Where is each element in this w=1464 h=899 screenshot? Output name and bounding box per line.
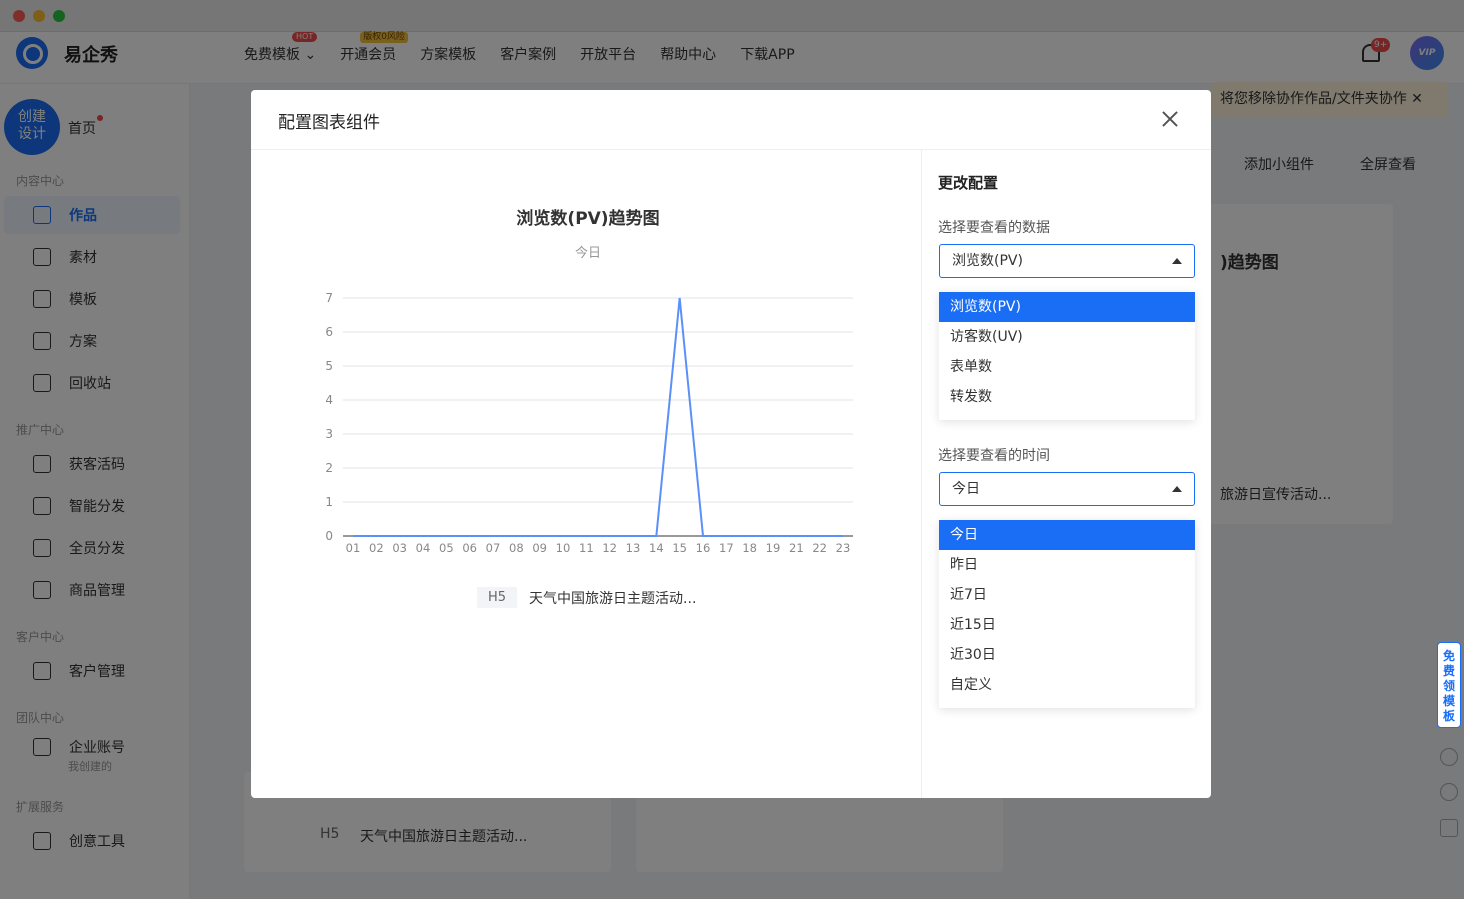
data-select-label: 选择要查看的数据	[938, 220, 1050, 236]
x-tick-label: 03	[392, 541, 407, 555]
y-tick-label: 2	[325, 461, 333, 475]
y-tick-label: 3	[325, 427, 333, 441]
caret-up-icon	[1172, 486, 1182, 492]
x-tick-label: 15	[672, 541, 687, 555]
modal-title: 配置图表组件	[278, 113, 380, 133]
caption-type-tag: H5	[477, 587, 518, 608]
edit-icon[interactable]	[1440, 819, 1458, 837]
option-7days[interactable]: 近7日	[939, 580, 1195, 610]
x-tick-label: 12	[602, 541, 617, 555]
series-line	[353, 297, 843, 537]
option-pv[interactable]: 浏览数(PV)	[939, 292, 1195, 322]
y-tick-label: 4	[325, 393, 333, 407]
modal-header: 配置图表组件	[251, 90, 1211, 150]
option-shares[interactable]: 转发数	[939, 382, 1195, 412]
option-today[interactable]: 今日	[939, 520, 1195, 550]
time-select-label: 选择要查看的时间	[938, 448, 1050, 464]
y-tick-label: 5	[325, 359, 333, 373]
x-tick-label: 11	[579, 541, 594, 555]
y-tick-label: 1	[325, 495, 333, 509]
close-icon[interactable]	[1159, 108, 1181, 130]
x-tick-label: 04	[416, 541, 431, 555]
x-tick-label: 07	[486, 541, 501, 555]
chart-title: 浏览数(PV)趋势图	[516, 209, 660, 229]
x-tick-label: 09	[532, 541, 547, 555]
x-tick-label: 17	[719, 541, 734, 555]
caret-up-icon	[1172, 258, 1182, 264]
x-tick-label: 01	[346, 541, 361, 555]
option-custom[interactable]: 自定义	[939, 670, 1195, 700]
chart-subtitle: 今日	[574, 246, 601, 261]
option-uv[interactable]: 访客数(UV)	[939, 322, 1195, 352]
data-dropdown: 浏览数(PV) 访客数(UV) 表单数 转发数	[939, 292, 1195, 420]
option-yesterday[interactable]: 昨日	[939, 550, 1195, 580]
support-icon[interactable]	[1440, 783, 1458, 801]
x-tick-label: 14	[649, 541, 664, 555]
x-tick-label: 06	[462, 541, 477, 555]
x-tick-label: 18	[742, 541, 757, 555]
time-dropdown: 今日 昨日 近7日 近15日 近30日 自定义	[939, 520, 1195, 708]
x-tick-label: 08	[509, 541, 524, 555]
y-tick-label: 6	[325, 325, 333, 339]
y-tick-label: 0	[325, 529, 333, 543]
x-tick-label: 10	[556, 541, 571, 555]
option-15days[interactable]: 近15日	[939, 610, 1195, 640]
config-title: 更改配置	[938, 174, 999, 192]
x-tick-label: 23	[836, 541, 851, 555]
y-tick-label: 7	[325, 291, 333, 305]
free-template-tab[interactable]: 免费领模板	[1437, 642, 1461, 728]
x-tick-label: 22	[812, 541, 827, 555]
trend-chart: 0123456701 02 03 04 05 06 07 08 09 10 11 12 13 14 15 16…	[325, 291, 853, 555]
x-tick-label: 02	[369, 541, 384, 555]
caption-work-title: 天气中国旅游日主题活动...	[529, 590, 697, 607]
x-tick-label: 16	[696, 541, 711, 555]
chart-preview: 浏览数(PV)趋势图 今日 0 1 2 3 4 5 6 7 01 02 03 04 05 06 07 08 09…	[251, 150, 922, 798]
option-30days[interactable]: 近30日	[939, 640, 1195, 670]
x-tick-label: 05	[439, 541, 454, 555]
x-tick-label: 21	[789, 541, 804, 555]
config-chart-modal: 配置图表组件 浏览数(PV)趋势图 今日 0 1 2 3 4 5 6 7 01 02 03 04 05 0…	[251, 90, 1211, 798]
data-select[interactable]: 浏览数(PV)	[939, 244, 1195, 278]
x-tick-label: 19	[766, 541, 781, 555]
option-forms[interactable]: 表单数	[939, 352, 1195, 382]
chart-caption: H5 天气中国旅游日主题活动...	[477, 587, 696, 608]
config-panel: 更改配置 选择要查看的数据 浏览数(PV) 浏览数(PV) 访客数(UV) 表单…	[923, 150, 1211, 798]
help-icon[interactable]	[1440, 748, 1458, 766]
x-tick-label: 13	[626, 541, 641, 555]
time-select[interactable]: 今日	[939, 472, 1195, 506]
